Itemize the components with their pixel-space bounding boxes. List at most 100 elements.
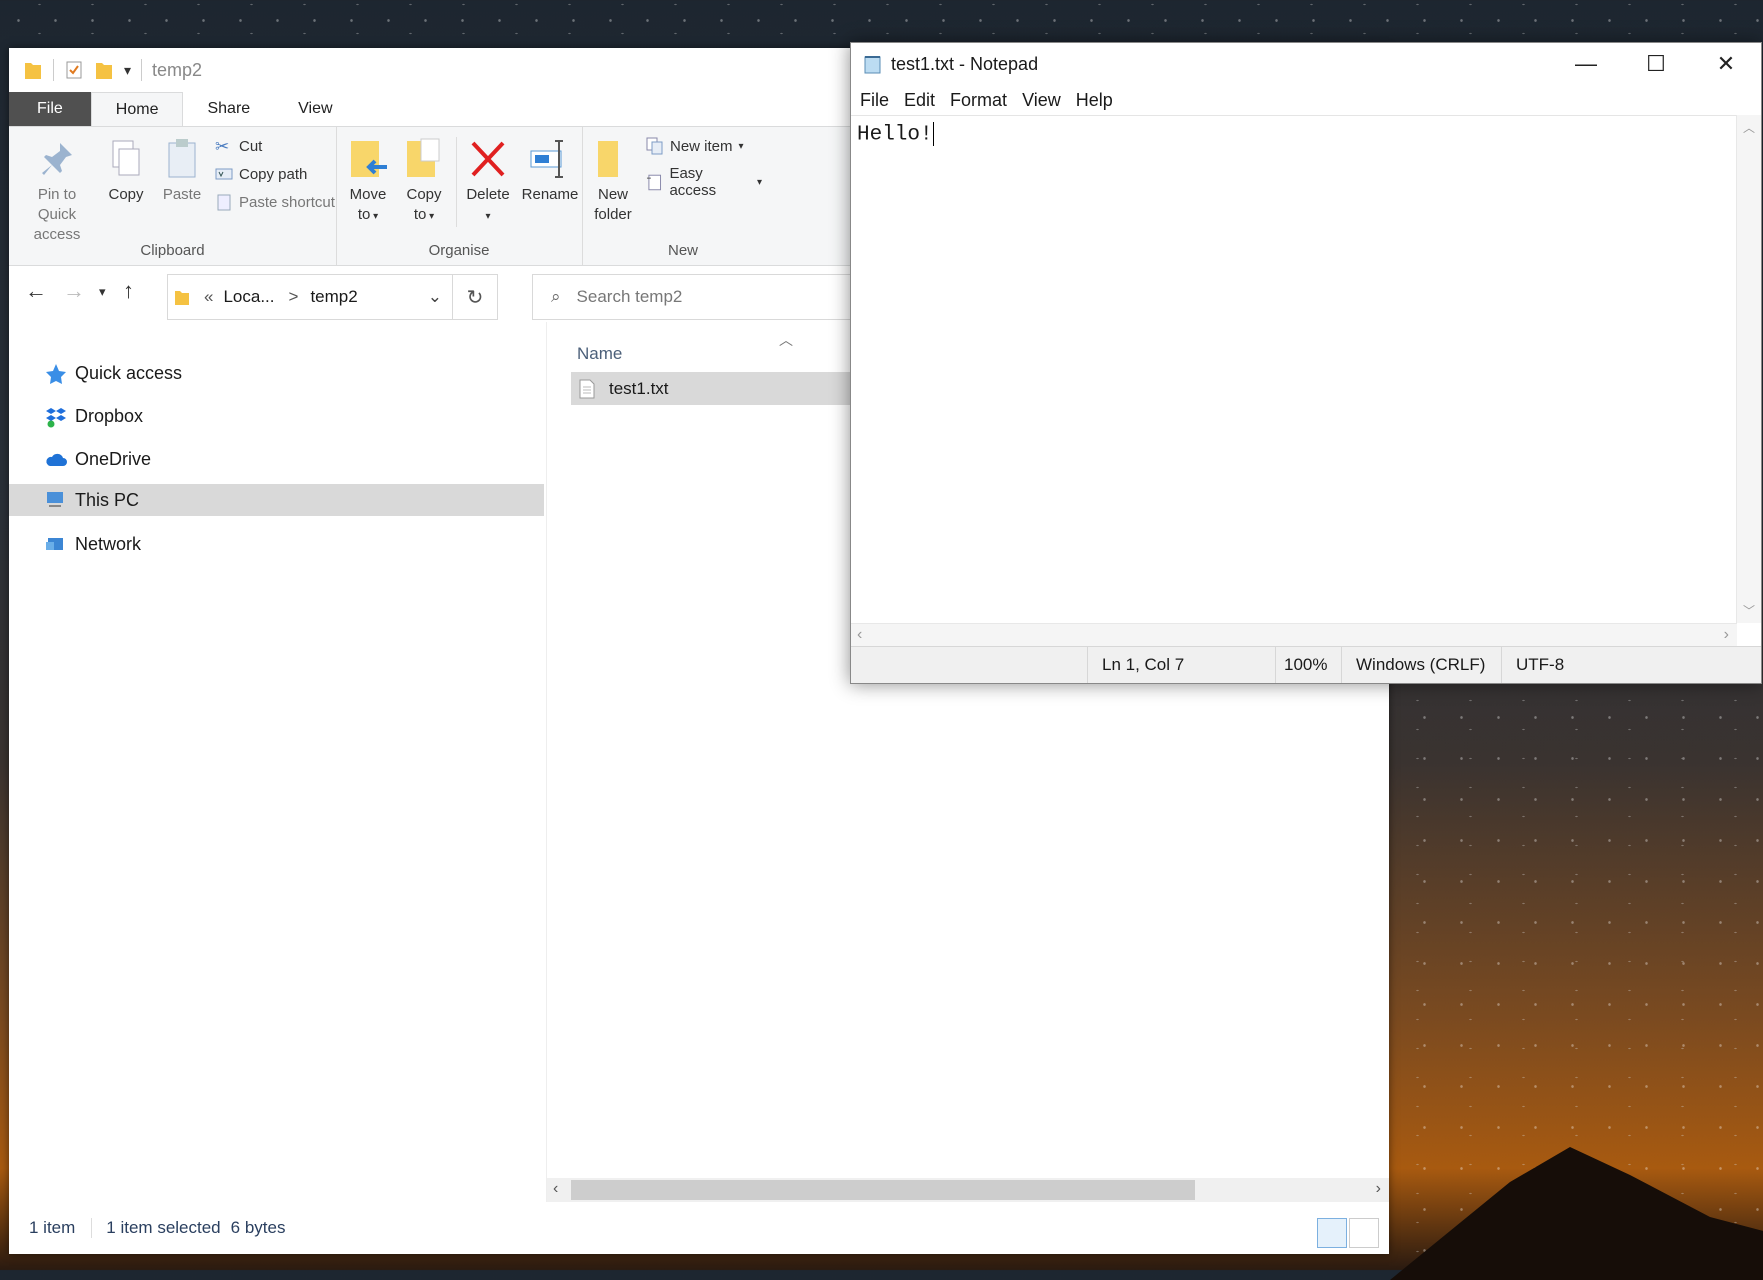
file-name: test1.txt [609, 378, 669, 398]
paste-shortcut-icon [217, 194, 231, 211]
status-bar: 1 item 1 item selected 6 bytes [9, 1202, 1389, 1254]
scroll-down-icon[interactable]: ﹀ [1743, 602, 1755, 619]
large-icons-view-icon[interactable] [1349, 1218, 1379, 1248]
copy-to-label-2: to [413, 206, 427, 223]
breadcrumb-overflow[interactable]: « [204, 287, 213, 307]
pin-to-quick-access-button[interactable]: Pin to Quick access [17, 137, 97, 245]
delete-x-icon [471, 141, 505, 177]
notepad-text-area[interactable]: Hello! [851, 115, 1737, 623]
customize-chevron-icon[interactable]: ▾ [124, 62, 131, 79]
scroll-right-icon[interactable]: › [1376, 1180, 1381, 1198]
new-folder-icon [598, 141, 618, 177]
recent-locations-chevron-icon[interactable]: ▾ [99, 284, 106, 300]
notepad-icon [864, 56, 881, 74]
menu-format[interactable]: Format [950, 90, 1007, 111]
divider [91, 1218, 93, 1238]
delete-button[interactable]: Delete ▾ [462, 137, 514, 227]
address-dropdown-chevron-icon[interactable]: ⌄ [428, 287, 442, 307]
breadcrumb-local[interactable]: Loca... [223, 287, 274, 307]
tab-file[interactable]: File [9, 92, 91, 126]
paste-button[interactable]: Paste [157, 137, 207, 205]
copy-label: Copy [108, 186, 144, 203]
folder-icon [175, 291, 189, 305]
cursor-position: Ln 1, Col 7 [1087, 647, 1275, 683]
copy-path-icon [215, 168, 233, 180]
network-icon [46, 537, 63, 550]
nav-item-quick-access[interactable]: Quick access [9, 356, 544, 391]
copy-button[interactable]: Copy [101, 137, 151, 205]
rename-button[interactable]: Rename [520, 137, 580, 205]
tab-home[interactable]: Home [90, 92, 184, 126]
new-folder-button[interactable]: New folder [590, 137, 636, 225]
easy-access-button[interactable]: Easy access ▾ [646, 165, 762, 199]
nav-item-dropbox[interactable]: Dropbox [9, 399, 544, 434]
nav-label: Quick access [75, 363, 183, 383]
forward-arrow-icon[interactable]: → [63, 278, 85, 304]
selected-count: 1 item selected [106, 1218, 221, 1237]
scroll-left-icon[interactable]: ‹ [553, 1180, 558, 1198]
divider [141, 59, 143, 81]
nav-item-onedrive[interactable]: OneDrive [9, 442, 544, 477]
search-input[interactable]: Search temp2 [577, 287, 683, 307]
refresh-button[interactable]: ↻ [452, 274, 498, 320]
details-view-icon[interactable] [1317, 1218, 1347, 1248]
tab-view[interactable]: View [274, 92, 356, 126]
paste-shortcut-button[interactable]: Paste shortcut [215, 193, 335, 211]
new-folder-label-1: New [597, 186, 628, 203]
paste-shortcut-label: Paste shortcut [239, 193, 335, 211]
minimize-icon[interactable]: — [1551, 43, 1621, 85]
copy-to-label-1: Copy [406, 186, 442, 203]
back-arrow-icon[interactable]: ← [25, 278, 47, 304]
menu-help[interactable]: Help [1076, 90, 1113, 111]
sort-ascending-icon: ︿ [779, 332, 793, 348]
notepad-content: Hello! [857, 123, 933, 147]
scroll-left-icon[interactable]: ‹ [857, 626, 862, 644]
selected-size: 6 bytes [230, 1218, 286, 1237]
copy-path-button[interactable]: Copy path [215, 165, 307, 183]
nav-item-network[interactable]: Network [9, 527, 544, 562]
scroll-up-icon[interactable]: ︿ [1743, 119, 1755, 136]
zoom-level: 100% [1275, 647, 1341, 683]
maximize-icon[interactable]: ☐ [1621, 43, 1691, 85]
properties-icon[interactable] [64, 59, 84, 81]
divider [53, 59, 54, 81]
address-bar[interactable]: « Loca... > temp2 ⌄ [167, 274, 453, 320]
tab-share[interactable]: Share [183, 92, 274, 126]
move-to-button[interactable]: Move to ▾ [344, 137, 392, 227]
menu-edit[interactable]: Edit [904, 90, 935, 111]
rename-label: Rename [521, 186, 579, 203]
notepad-window: test1.txt - Notepad — ☐ ✕ File Edit Form… [850, 42, 1762, 684]
vertical-scrollbar[interactable]: ︿ ﹀ [1736, 115, 1761, 623]
move-to-label-2: to [357, 206, 371, 223]
refresh-icon: ↻ [466, 286, 484, 309]
item-count: 1 item [29, 1218, 76, 1237]
new-item-button[interactable]: New item ▾ [646, 137, 744, 155]
close-icon[interactable]: ✕ [1691, 43, 1761, 85]
horizontal-scrollbar[interactable]: ‹ › [547, 1178, 1389, 1202]
menu-file[interactable]: File [860, 90, 889, 111]
star-icon [46, 363, 66, 384]
column-header-name[interactable]: Name [577, 344, 622, 364]
move-to-label-1: Move [349, 186, 387, 203]
move-to-icon [351, 141, 387, 177]
easy-access-label: Easy access [669, 165, 717, 199]
notepad-title: test1.txt - Notepad [891, 53, 1039, 74]
dropbox-icon [46, 407, 66, 427]
menu-view[interactable]: View [1022, 90, 1061, 111]
copy-to-button[interactable]: Copy to ▾ [400, 137, 448, 227]
organise-group-label: Organise [428, 242, 490, 259]
scissors-icon: ✂ [215, 137, 230, 156]
cut-button[interactable]: ✂ Cut [215, 137, 262, 156]
scroll-right-icon[interactable]: › [1724, 626, 1729, 644]
scrollbar-thumb[interactable] [571, 1180, 1195, 1200]
nav-item-this-pc[interactable]: This PC [9, 484, 544, 516]
encoding: UTF-8 [1501, 647, 1759, 683]
text-caret [932, 122, 934, 146]
new-folder-icon[interactable] [94, 59, 114, 81]
breadcrumb-temp2[interactable]: temp2 [310, 287, 357, 307]
computer-icon [47, 492, 63, 507]
horizontal-scrollbar[interactable]: ‹ › [851, 623, 1737, 648]
new-item-icon [646, 137, 663, 155]
up-arrow-icon[interactable]: ↑ [123, 278, 134, 304]
dropdown-caret-icon: ▾ [485, 211, 491, 222]
